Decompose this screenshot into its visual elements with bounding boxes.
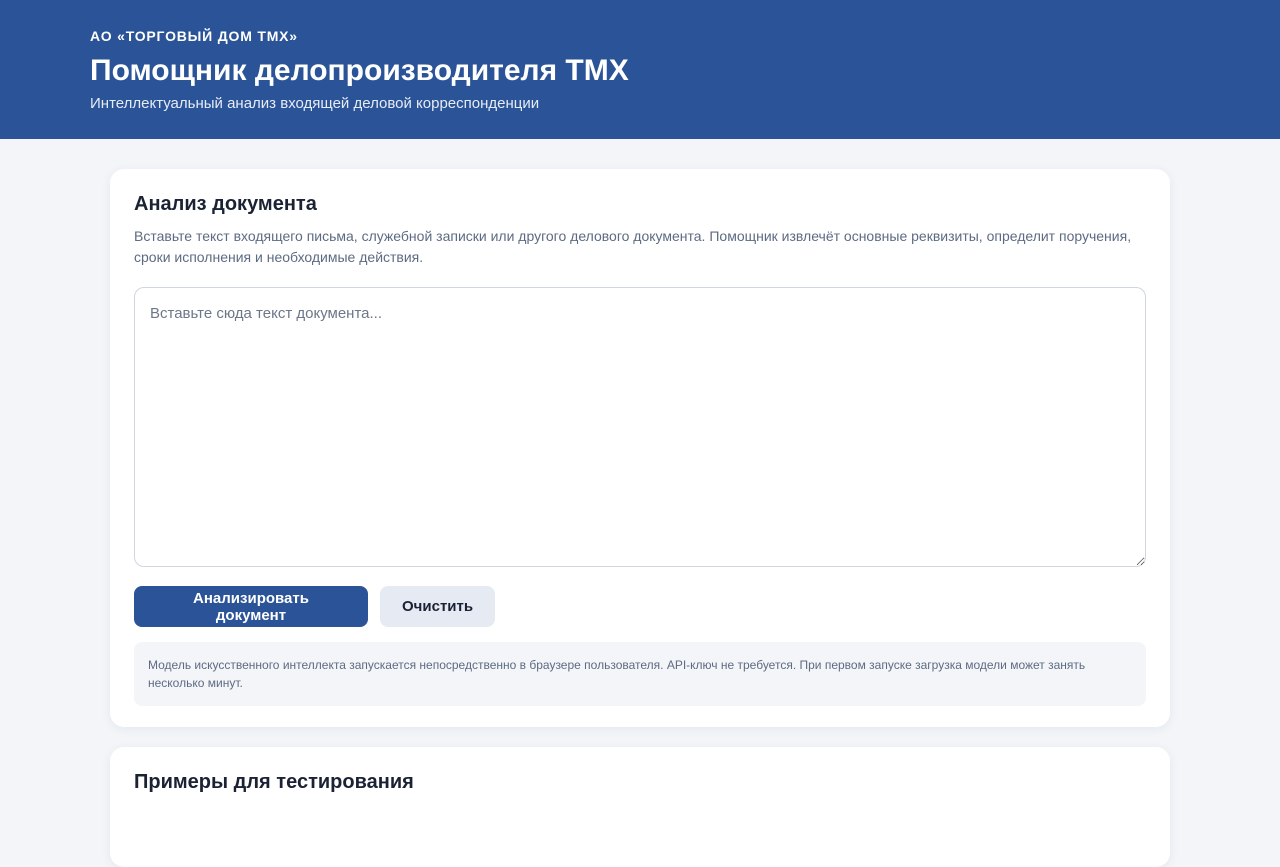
app-title: Помощник делопроизводителя ТМХ xyxy=(90,54,629,87)
examples-card: Примеры для тестирования xyxy=(110,747,1170,867)
clear-button[interactable]: Очистить xyxy=(380,586,495,627)
analyze-description: Вставьте текст входящего письма, служебн… xyxy=(134,228,1132,265)
analyze-card: Анализ документа Вставьте текст входящег… xyxy=(110,169,1170,727)
page-header: АО «ТОРГОВЫЙ ДОМ ТМХ» Помощник делопроиз… xyxy=(0,0,1280,139)
organization-name: АО «ТОРГОВЫЙ ДОМ ТМХ» xyxy=(90,28,298,44)
model-info-note: Модель искусственного интеллекта запуска… xyxy=(134,642,1146,706)
analyze-button[interactable]: Анализировать документ xyxy=(134,586,368,627)
document-text-input[interactable] xyxy=(134,287,1146,567)
examples-title: Примеры для тестирования xyxy=(134,771,414,793)
analyze-title: Анализ документа xyxy=(134,193,317,215)
app-subtitle: Интеллектуальный анализ входящей деловой… xyxy=(90,95,540,112)
action-buttons: Анализировать документ Очистить xyxy=(134,586,1146,627)
